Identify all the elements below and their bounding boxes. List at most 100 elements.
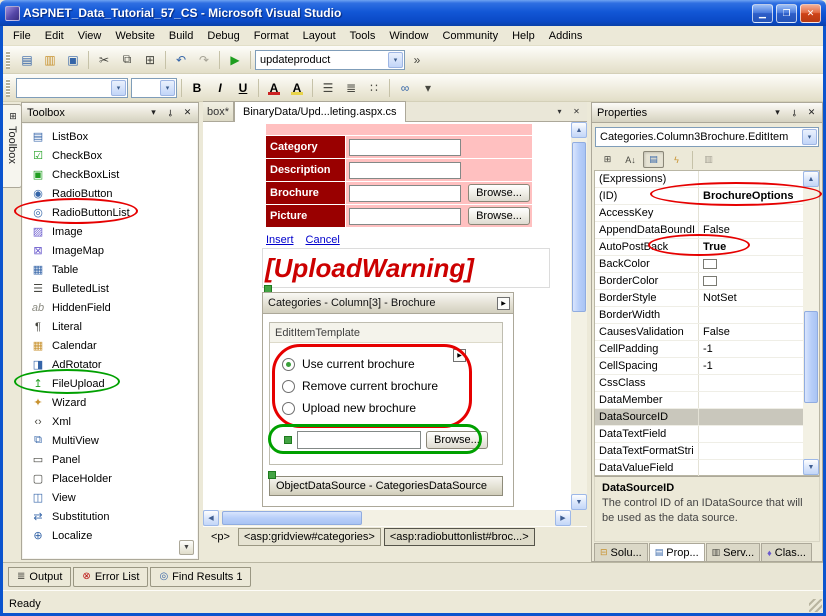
- description-input[interactable]: [349, 162, 461, 179]
- property-row-cellpadding[interactable]: CellPadding-1: [595, 341, 819, 358]
- tab-output[interactable]: ≣Output: [8, 567, 71, 587]
- toolbox-item-hiddenfield[interactable]: abHiddenField: [23, 298, 197, 317]
- toolbar-overflow-icon[interactable]: »: [406, 49, 428, 71]
- scroll-left-icon[interactable]: ◀: [203, 510, 219, 526]
- toolbar-grip[interactable]: [6, 51, 10, 69]
- align-icon[interactable]: ☰: [317, 77, 339, 99]
- italic-icon[interactable]: I: [209, 77, 231, 99]
- tag-radiobuttonlist[interactable]: <asp:radiobuttonlist#broc...>: [384, 528, 535, 546]
- radio-use-current-brochure[interactable]: Use current brochure: [282, 353, 502, 375]
- minimize-button[interactable]: ▁: [752, 4, 773, 23]
- vertical-scroll-thumb[interactable]: [572, 142, 586, 312]
- bullet-list-icon[interactable]: ≣: [340, 77, 362, 99]
- toolbox-item-radiobuttonlist[interactable]: ◎RadioButtonList: [23, 203, 197, 222]
- property-row-causesvalidation[interactable]: CausesValidationFalse: [595, 324, 819, 341]
- brochure-input[interactable]: [349, 185, 461, 202]
- property-row-appenddatabounditems[interactable]: AppendDataBoundIFalse: [595, 222, 819, 239]
- property-row-expressions[interactable]: (Expressions): [595, 171, 819, 188]
- document-tab-active[interactable]: BinaryData/Upd...leting.aspx.cs: [234, 101, 405, 122]
- fileupload-input[interactable]: [297, 431, 421, 449]
- document-tab-partial[interactable]: box*: [203, 101, 234, 121]
- cancel-link[interactable]: Cancel: [306, 234, 340, 246]
- tab-server-explorer[interactable]: ▥Serv...: [706, 543, 761, 562]
- close-button[interactable]: ✕: [800, 4, 821, 23]
- radio-icon[interactable]: [282, 402, 295, 415]
- pin-icon[interactable]: ⊸: [164, 105, 178, 120]
- toolbox-item-table[interactable]: ▦Table: [23, 260, 197, 279]
- property-row-datatextfield[interactable]: DataTextField: [595, 426, 819, 443]
- menu-community[interactable]: Community: [435, 27, 505, 45]
- scroll-down-icon[interactable]: ▼: [571, 494, 587, 510]
- toolbox-item-adrotator[interactable]: ◨AdRotator: [23, 355, 197, 374]
- scroll-down-icon[interactable]: ▼: [803, 459, 819, 475]
- menu-format[interactable]: Format: [247, 27, 296, 45]
- cut-icon[interactable]: ✂: [93, 49, 115, 71]
- paste-icon[interactable]: ⊞: [139, 49, 161, 71]
- property-row-datamember[interactable]: DataMember: [595, 392, 819, 409]
- insert-link[interactable]: Insert: [266, 234, 294, 246]
- close-document-icon[interactable]: ✕: [569, 104, 584, 118]
- chevron-down-icon[interactable]: ▾: [388, 52, 403, 68]
- property-row-accesskey[interactable]: AccessKey: [595, 205, 819, 222]
- close-icon[interactable]: ✕: [180, 106, 195, 120]
- bold-icon[interactable]: B: [186, 77, 208, 99]
- toolbox-item-fileupload[interactable]: ↥FileUpload: [23, 374, 197, 393]
- upload-warning-literal[interactable]: [UploadWarning]: [262, 248, 550, 288]
- properties-view-icon[interactable]: ▤: [643, 151, 664, 168]
- horizontal-scroll-thumb[interactable]: [222, 511, 362, 525]
- alphabetical-icon[interactable]: A↓: [620, 151, 641, 168]
- properties-scroll-thumb[interactable]: [804, 311, 818, 403]
- toolbox-item-imagemap[interactable]: ⊠ImageMap: [23, 241, 197, 260]
- toolbox-item-checkbox[interactable]: ☑CheckBox: [23, 146, 197, 165]
- objectdatasource-control[interactable]: ObjectDataSource - CategoriesDataSource: [269, 476, 503, 496]
- fileupload-browse-button[interactable]: Browse...: [426, 431, 488, 449]
- chevron-down-icon[interactable]: ▾: [111, 80, 126, 96]
- toolbox-item-multiview[interactable]: ⧉MultiView: [23, 431, 197, 450]
- property-row-datatextformatstring[interactable]: DataTextFormatStri: [595, 443, 819, 460]
- menu-debug[interactable]: Debug: [200, 27, 246, 45]
- tab-class-view[interactable]: ♦Clas...: [761, 543, 812, 562]
- underline-icon[interactable]: U: [232, 77, 254, 99]
- toolbox-item-placeholder[interactable]: ▢PlaceHolder: [23, 469, 197, 488]
- radio-icon[interactable]: [282, 380, 295, 393]
- column-panel-header[interactable]: Categories - Column[3] - Brochure ▶: [262, 292, 514, 314]
- toolbox-item-radiobutton[interactable]: ◉RadioButton: [23, 184, 197, 203]
- toolbox-item-wizard[interactable]: ✦Wizard: [23, 393, 197, 412]
- scroll-up-icon[interactable]: ▲: [571, 122, 587, 138]
- hyperlink-icon[interactable]: ∞: [394, 77, 416, 99]
- property-row-backcolor[interactable]: BackColor: [595, 256, 819, 273]
- tag-p[interactable]: <p>: [206, 529, 235, 545]
- events-icon[interactable]: ϟ: [666, 151, 687, 168]
- numbered-list-icon[interactable]: ∷: [363, 77, 385, 99]
- new-file-icon[interactable]: ▤: [16, 49, 38, 71]
- property-row-autopostback[interactable]: AutoPostBackTrue: [595, 239, 819, 256]
- property-row-datasourceid[interactable]: DataSourceID: [595, 409, 819, 426]
- chevron-down-icon[interactable]: ▾: [802, 129, 817, 145]
- toolbox-item-view[interactable]: ◫View: [23, 488, 197, 507]
- design-surface[interactable]: Category Description Brochure Browse... …: [203, 122, 571, 510]
- close-icon[interactable]: ✕: [804, 106, 819, 120]
- toolbox-item-bulletedlist[interactable]: ☰BulletedList: [23, 279, 197, 298]
- menu-file[interactable]: File: [6, 27, 38, 45]
- property-row-cssclass[interactable]: CssClass: [595, 375, 819, 392]
- menu-build[interactable]: Build: [162, 27, 200, 45]
- scroll-right-icon[interactable]: ▶: [555, 510, 571, 526]
- chevron-down-icon[interactable]: ▾: [160, 80, 175, 96]
- window-position-icon[interactable]: ▾: [146, 106, 161, 120]
- title-bar[interactable]: ASPNET_Data_Tutorial_57_CS - Microsoft V…: [0, 0, 826, 26]
- toolbox-item-panel[interactable]: ▭Panel: [23, 450, 197, 469]
- toolbox-item-localize[interactable]: ⊕Localize: [23, 526, 197, 545]
- menu-layout[interactable]: Layout: [296, 27, 343, 45]
- highlight-color-icon[interactable]: A: [286, 77, 308, 99]
- toolbox-item-checkboxlist[interactable]: ▣CheckBoxList: [23, 165, 197, 184]
- picture-input[interactable]: [349, 208, 461, 225]
- property-row-borderwidth[interactable]: BorderWidth: [595, 307, 819, 324]
- smart-tag-icon[interactable]: ▶: [453, 349, 466, 362]
- toolbox-autohide-tab[interactable]: ⊞ Toolbox: [3, 104, 22, 188]
- smart-tag-icon[interactable]: ▶: [497, 297, 510, 310]
- undo-icon[interactable]: ↶: [170, 49, 192, 71]
- tab-find-results[interactable]: ◎Find Results 1: [150, 567, 251, 587]
- resize-grip[interactable]: [809, 599, 822, 612]
- toolbox-item-calendar[interactable]: ▦Calendar: [23, 336, 197, 355]
- toolbox-header[interactable]: Toolbox ▾ ⊸ ✕: [22, 103, 198, 123]
